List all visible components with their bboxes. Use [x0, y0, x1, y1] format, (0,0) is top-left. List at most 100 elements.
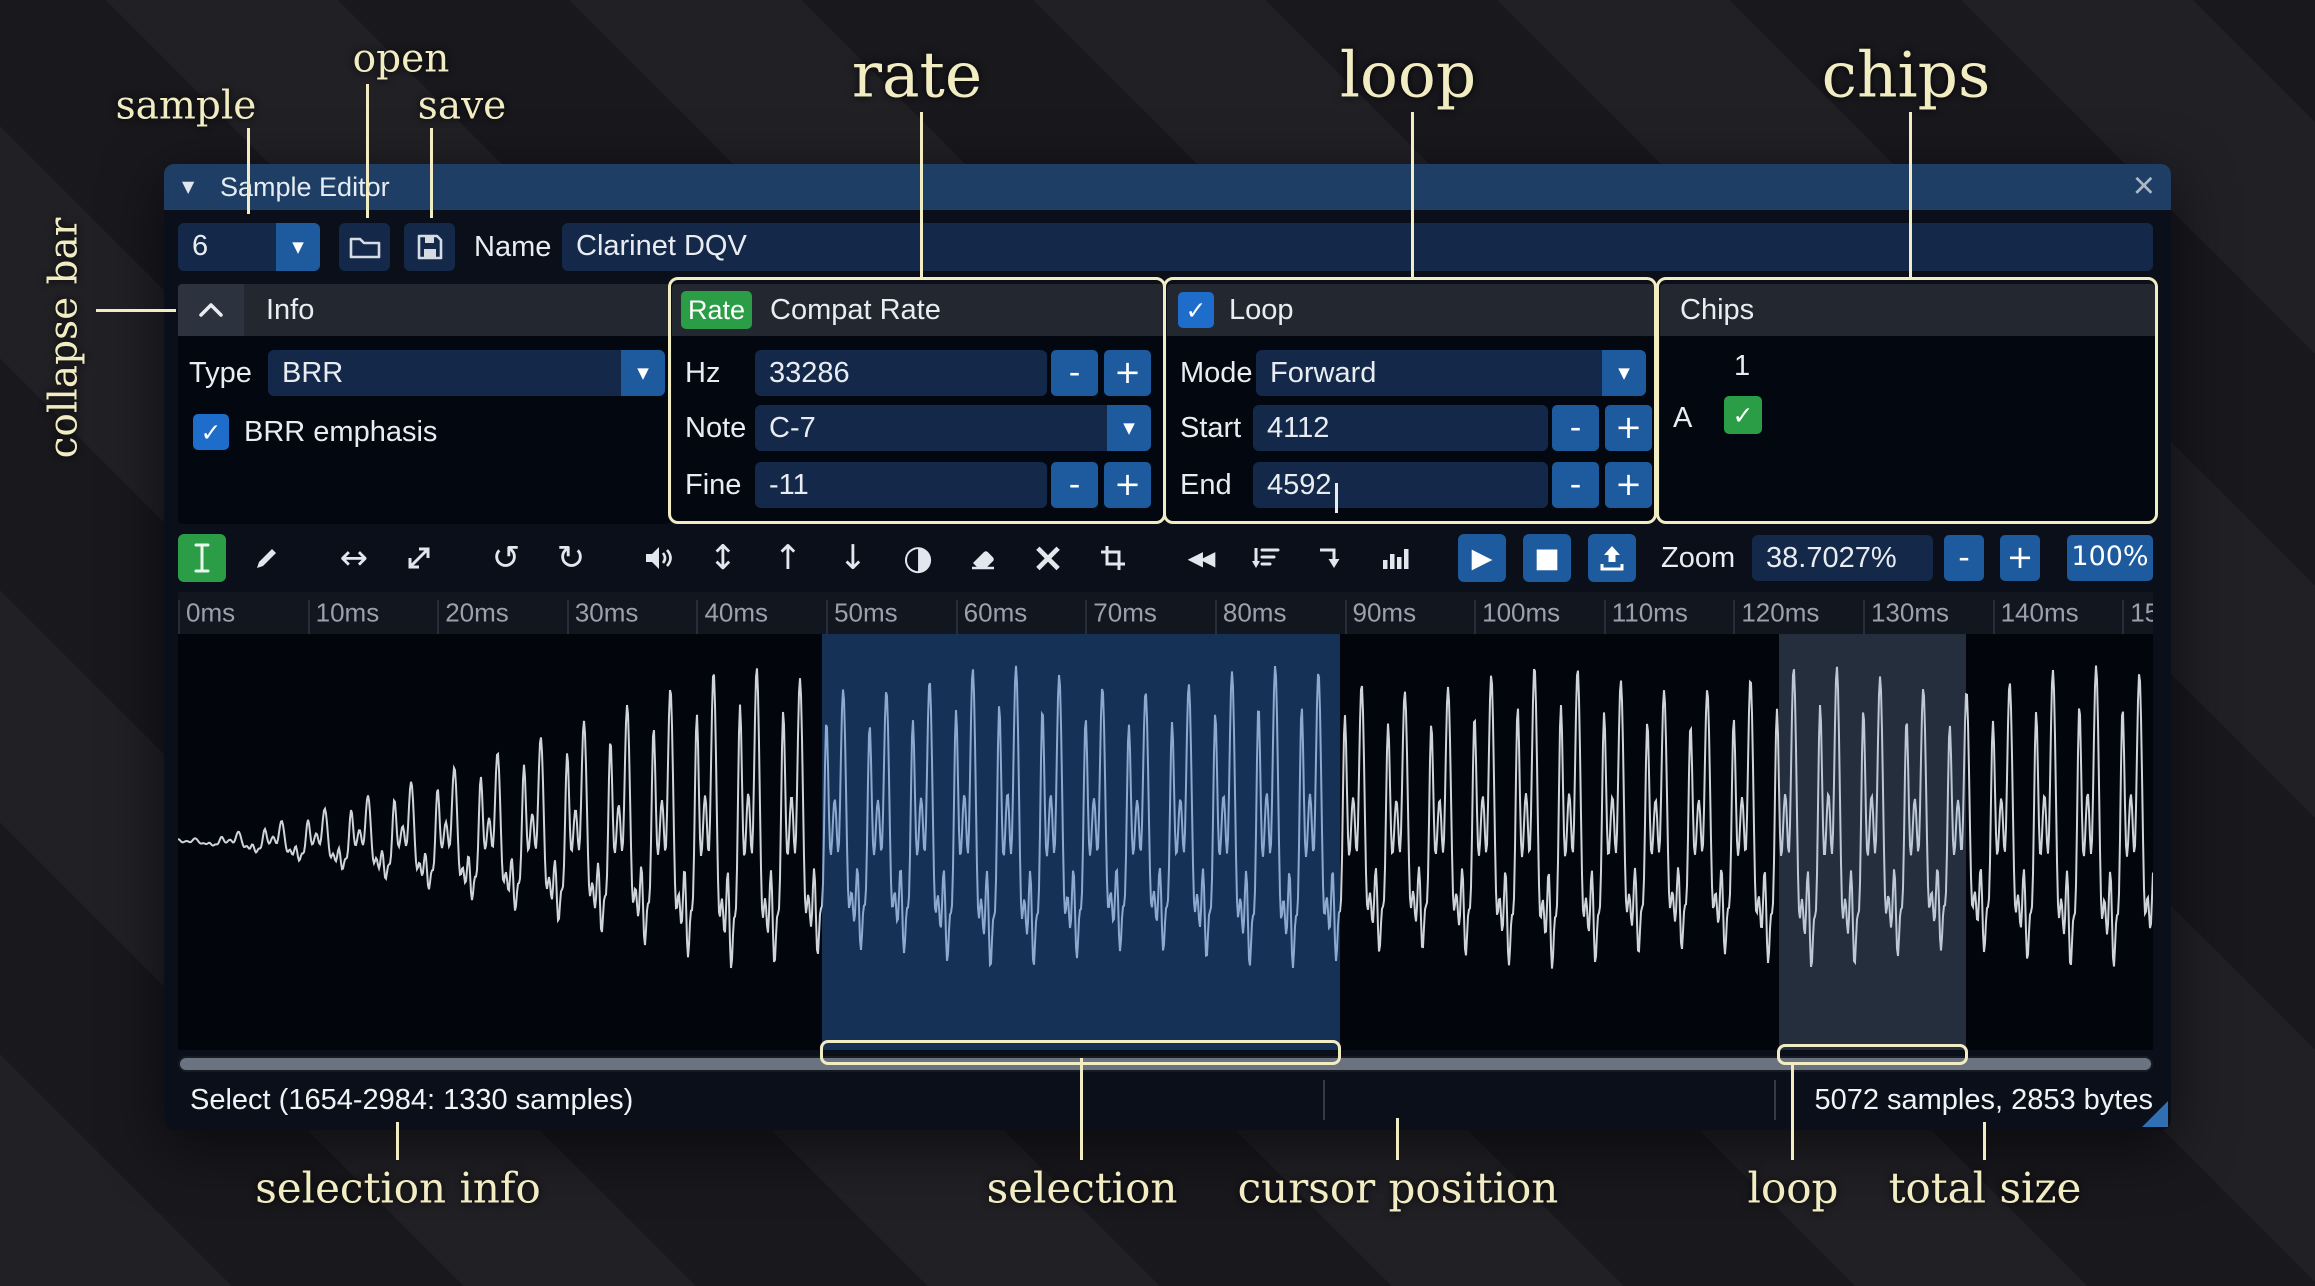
chevron-down-icon[interactable]: ▼: [276, 223, 320, 271]
window-resize-grip[interactable]: [2142, 1101, 2168, 1127]
zoom-in-button[interactable]: +: [2000, 535, 2040, 581]
pencil-icon: [257, 549, 276, 568]
collapse-bar-button[interactable]: [178, 284, 244, 336]
fine-input[interactable]: -11: [755, 462, 1047, 508]
horizontal-scrollbar[interactable]: [178, 1056, 2153, 1072]
annotation-save: save: [417, 83, 507, 129]
ruler-label: 70ms: [1093, 597, 1157, 628]
resize-button[interactable]: ↔: [330, 534, 378, 582]
text-caret: [1334, 483, 1338, 513]
fine-increment-button[interactable]: +: [1104, 462, 1151, 508]
undo-button[interactable]: ↺: [482, 534, 530, 582]
ruler-tick: [1344, 600, 1347, 634]
sample-toolbar: ↔ ↺ ↻ ↕ ↑ ↓ ◑ × ◀◀ ▶ ■ Zoom 38.7027% - +…: [164, 532, 2171, 584]
check-icon: ✓: [1732, 400, 1754, 430]
ruler-label: 30ms: [574, 597, 639, 628]
annotation-loop-bottom: loop: [1747, 1163, 1839, 1213]
ruler-label: 80ms: [1222, 597, 1287, 628]
preview-stop-button[interactable]: ■: [1523, 534, 1571, 582]
loop-start-input[interactable]: 4112: [1253, 405, 1548, 451]
preview-play-button[interactable]: ▶: [1458, 534, 1506, 582]
resample-button[interactable]: [395, 534, 443, 582]
optimize-button[interactable]: [1241, 534, 1289, 582]
folder-open-icon: [349, 237, 380, 259]
chip-a-enable-checkbox[interactable]: ✓: [1724, 396, 1762, 434]
hz-input[interactable]: 33286: [755, 350, 1047, 396]
ruler-tick: [955, 600, 958, 634]
loop-start-increment-button[interactable]: +: [1605, 405, 1652, 451]
zoom-out-button[interactable]: -: [1944, 535, 1984, 581]
chips-column-header: 1: [1734, 350, 1751, 382]
hz-increment-button[interactable]: +: [1104, 350, 1151, 396]
invert-button[interactable]: ◑: [894, 534, 942, 582]
fine-decrement-button[interactable]: -: [1051, 462, 1098, 508]
name-input-value: Clarinet DQV: [576, 230, 747, 262]
redo-button[interactable]: ↻: [547, 534, 595, 582]
ruler-tick: [1474, 600, 1477, 634]
hz-label: Hz: [685, 357, 721, 389]
crop-icon: [1101, 546, 1125, 570]
selection-info-text: Select (1654-2984: 1330 samples): [190, 1084, 634, 1116]
ruler-label: 100ms: [1482, 597, 1561, 628]
upload-to-chip-button[interactable]: [1588, 534, 1636, 582]
chevron-down-icon[interactable]: ▼: [621, 350, 665, 396]
annotation-selection-info: selection info: [255, 1163, 541, 1213]
type-dropdown-value: BRR: [282, 357, 344, 389]
close-icon[interactable]: ×: [2133, 164, 2155, 208]
loop-start-label: Start: [1180, 412, 1242, 444]
ruler-tick: [566, 600, 569, 634]
timeline-ruler[interactable]: 0ms 10ms 20ms 30ms 40ms 50ms 60ms 70ms 80ms 90ms 1…: [178, 592, 2153, 634]
type-dropdown[interactable]: BRR ▼: [268, 350, 665, 396]
loop-start-decrement-button[interactable]: -: [1552, 405, 1599, 451]
open-sample-button[interactable]: [339, 223, 390, 271]
speaker-icon: [646, 547, 672, 569]
amplify-button[interactable]: [634, 534, 682, 582]
loop-end-input[interactable]: 4592: [1253, 462, 1548, 513]
rate-toggle-button[interactable]: Rate: [681, 291, 752, 329]
ruler-tick: [826, 600, 829, 634]
loop-mode-dropdown[interactable]: Forward ▼: [1256, 350, 1646, 396]
ruler-label: 90ms: [1352, 597, 1417, 628]
draw-tool-button[interactable]: [243, 534, 291, 582]
zoom-reset-button[interactable]: 100%: [2067, 535, 2153, 581]
ruler-label: 50ms: [834, 597, 898, 628]
waveform-display[interactable]: [178, 634, 2153, 1050]
reverse-button[interactable]: ◀◀: [1176, 534, 1224, 582]
apply-filter-button[interactable]: [1371, 534, 1419, 582]
fade-out-button[interactable]: ↓: [829, 534, 877, 582]
loop-region[interactable]: [1779, 634, 1967, 1050]
edit-select-tool-button[interactable]: [178, 534, 226, 582]
insert-button[interactable]: [1306, 534, 1354, 582]
zoom-input[interactable]: 38.7027%: [1752, 535, 1933, 581]
total-size-text: 5072 samples, 2853 bytes: [1814, 1084, 2153, 1116]
chevron-down-icon[interactable]: ▼: [1107, 405, 1151, 451]
trim-button[interactable]: [1089, 534, 1137, 582]
sample-selector[interactable]: 6 ▼: [178, 223, 320, 271]
sample-selector-value: 6: [192, 230, 209, 262]
delete-button[interactable]: ×: [1024, 534, 1072, 582]
brr-emphasis-checkbox[interactable]: ✓: [193, 414, 229, 450]
ruler-label: 10ms: [315, 597, 380, 628]
window-title: Sample Editor: [220, 172, 390, 202]
fade-in-button[interactable]: ↑: [764, 534, 812, 582]
ruler-tick: [1862, 600, 1865, 634]
window-titlebar[interactable]: ▼ Sample Editor ×: [164, 164, 2171, 210]
loop-end-increment-button[interactable]: +: [1605, 462, 1652, 508]
selection-region[interactable]: [822, 634, 1340, 1050]
normalize-button[interactable]: ↕: [699, 534, 747, 582]
save-sample-button[interactable]: [404, 223, 455, 271]
silence-button[interactable]: [959, 534, 1007, 582]
loop-end-decrement-button[interactable]: -: [1552, 462, 1599, 508]
hz-decrement-button[interactable]: -: [1051, 350, 1098, 396]
scrollbar-thumb[interactable]: [180, 1058, 2151, 1070]
name-input[interactable]: Clarinet DQV: [562, 223, 2153, 271]
upload-icon: [1600, 546, 1624, 571]
mode-label: Mode: [1180, 357, 1253, 389]
note-dropdown[interactable]: C-7 ▼: [755, 405, 1151, 451]
chevron-down-icon[interactable]: ▼: [1602, 350, 1646, 396]
ruler-tick: [1733, 600, 1736, 634]
loop-enable-checkbox[interactable]: ✓: [1178, 292, 1214, 328]
window-collapse-icon[interactable]: ▼: [182, 164, 194, 210]
annotation-total-size: total size: [1888, 1163, 2082, 1213]
name-label: Name: [474, 231, 552, 263]
